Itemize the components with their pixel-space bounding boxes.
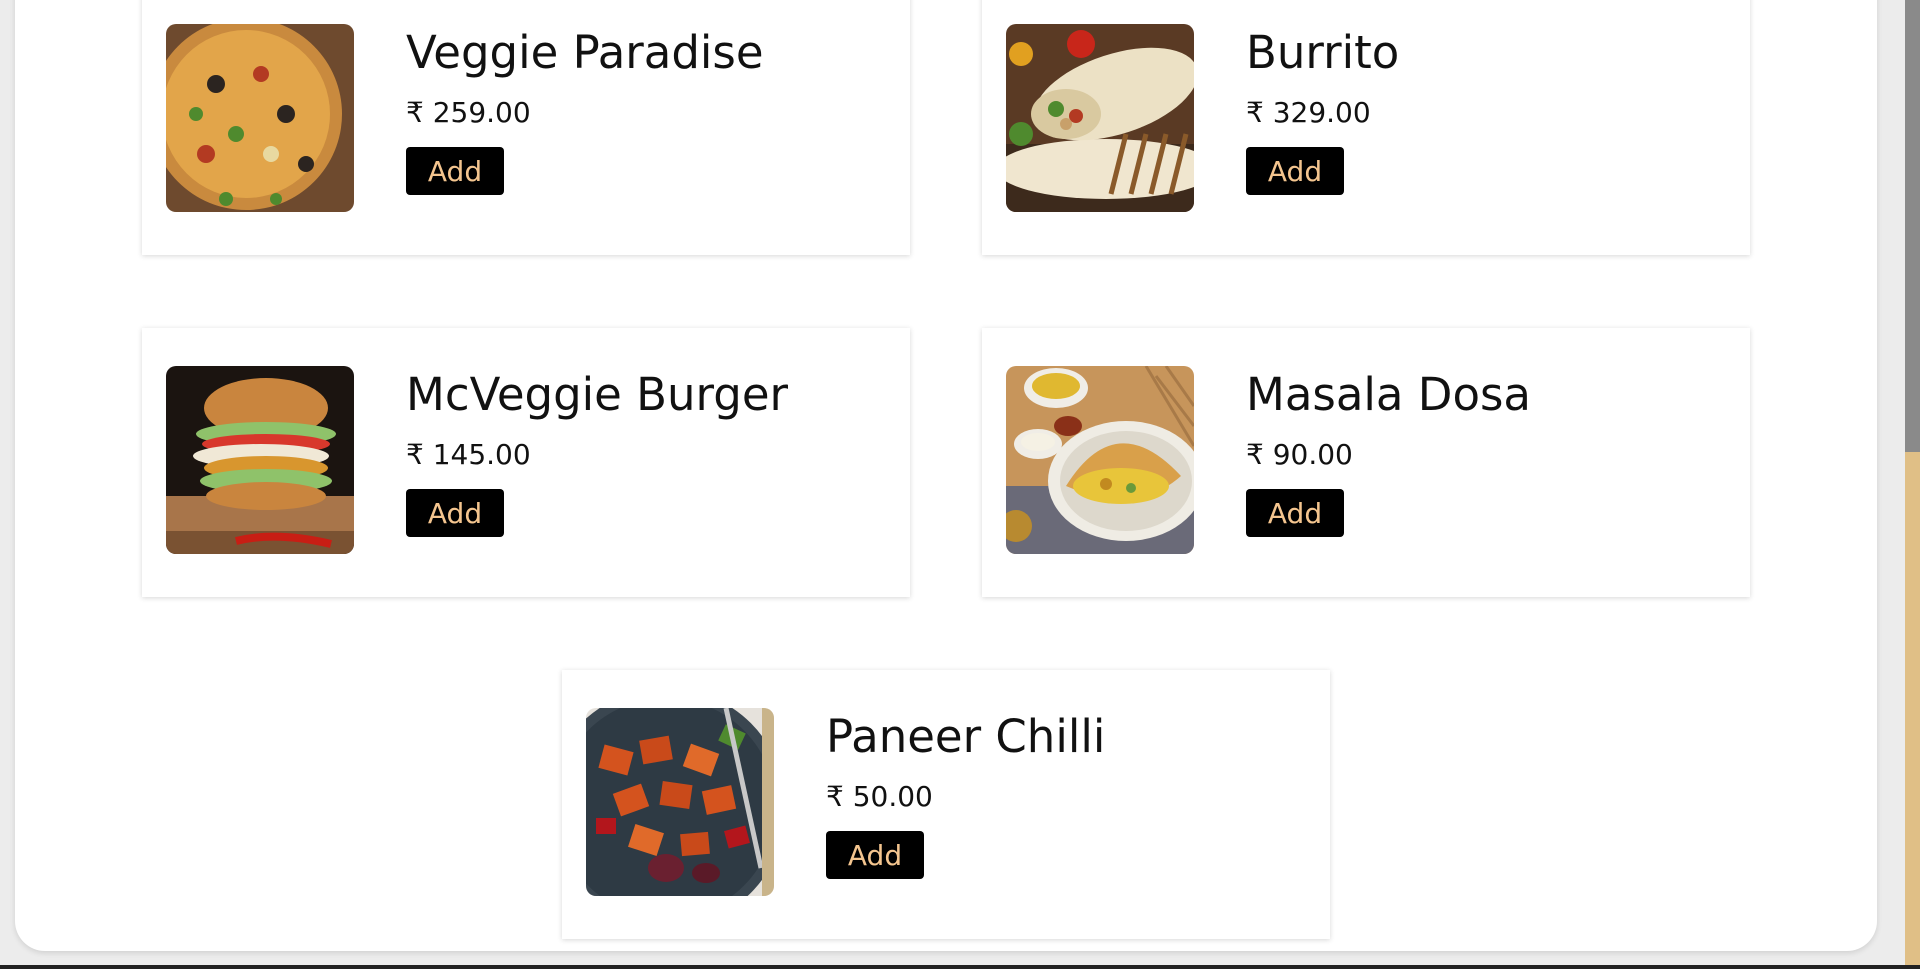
add-button[interactable]: Add — [406, 489, 504, 537]
add-button[interactable]: Add — [826, 831, 924, 879]
masala-dosa-image — [1006, 366, 1194, 554]
add-button[interactable]: Add — [406, 147, 504, 195]
item-name: Paneer Chilli — [826, 710, 1106, 763]
add-button[interactable]: Add — [1246, 147, 1344, 195]
menu-card-mcveggie-burger: McVeggie Burger ₹ 145.00 Add — [142, 328, 910, 597]
veggie-paradise-image — [166, 24, 354, 212]
menu-card-paneer-chilli: Paneer Chilli ₹ 50.00 Add — [562, 670, 1330, 939]
bottom-edge — [0, 965, 1920, 969]
menu-card-veggie-paradise: Veggie Paradise ₹ 259.00 Add — [142, 0, 910, 255]
item-price: ₹ 145.00 — [406, 438, 531, 471]
mcveggie-burger-image — [166, 366, 354, 554]
add-button[interactable]: Add — [1246, 489, 1344, 537]
menu-card-masala-dosa: Masala Dosa ₹ 90.00 Add — [982, 328, 1750, 597]
item-name: McVeggie Burger — [406, 368, 789, 421]
paneer-chilli-image — [586, 708, 774, 896]
item-price: ₹ 50.00 — [826, 780, 933, 813]
item-price: ₹ 90.00 — [1246, 438, 1353, 471]
item-price: ₹ 259.00 — [406, 96, 531, 129]
item-price: ₹ 329.00 — [1246, 96, 1371, 129]
item-name: Veggie Paradise — [406, 26, 764, 79]
menu-panel: Veggie Paradise ₹ 259.00 Add Burrito ₹ 3… — [15, 0, 1877, 951]
item-name: Masala Dosa — [1246, 368, 1532, 421]
burrito-image — [1006, 24, 1194, 212]
item-name: Burrito — [1246, 26, 1400, 79]
scrollbar-thumb[interactable] — [1905, 0, 1920, 452]
menu-card-burrito: Burrito ₹ 329.00 Add — [982, 0, 1750, 255]
